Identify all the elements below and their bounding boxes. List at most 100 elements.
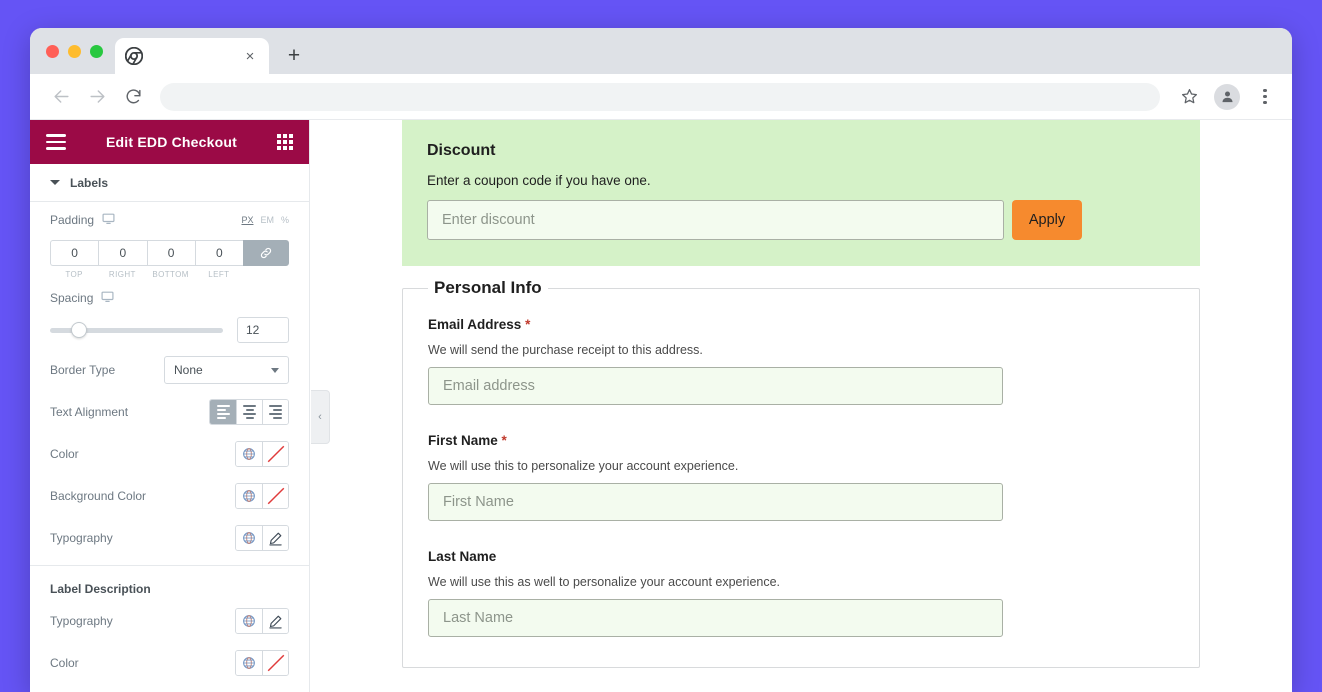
first-name-label-text: First Name — [428, 433, 498, 448]
typography-control-row: Typography — [50, 517, 289, 559]
spacing-value-input[interactable]: 12 — [237, 317, 289, 343]
border-type-label: Border Type — [50, 363, 116, 377]
chevron-down-icon — [50, 180, 60, 185]
checkout-form: Discount Enter a coupon code if you have… — [310, 120, 1292, 668]
discount-section: Discount Enter a coupon code if you have… — [402, 120, 1200, 266]
color-label: Color — [50, 447, 79, 461]
checkout-preview: Discount Enter a coupon code if you have… — [310, 120, 1292, 692]
reload-button[interactable] — [118, 82, 148, 112]
close-tab-button[interactable]: × — [241, 47, 259, 65]
required-marker: * — [525, 317, 531, 332]
bookmark-star-icon[interactable] — [1174, 82, 1204, 112]
email-address-description: We will send the purchase receipt to thi… — [428, 343, 703, 357]
maximize-window-button[interactable] — [90, 44, 103, 58]
pencil-icon[interactable] — [262, 609, 288, 633]
unit-px[interactable]: PX — [241, 215, 253, 225]
align-center-icon[interactable] — [236, 400, 262, 424]
padding-bottom-input[interactable]: 0 — [146, 240, 195, 266]
globe-icon[interactable] — [236, 442, 262, 466]
padding-left-sublabel: LEFT — [208, 270, 230, 279]
forward-button[interactable] — [82, 82, 112, 112]
browser-tab[interactable]: × — [115, 38, 269, 74]
padding-left-input[interactable]: 0 — [194, 240, 243, 266]
discount-input[interactable]: Enter discount — [427, 200, 1004, 240]
padding-units: PX EM % — [241, 215, 289, 225]
label-description-typography-buttons — [235, 608, 289, 634]
unit-em[interactable]: EM — [260, 215, 274, 225]
globe-icon[interactable] — [236, 484, 262, 508]
last-name-input[interactable]: Last Name — [428, 599, 1003, 637]
label-description-color-label: Color — [50, 656, 79, 670]
section-header-label: Labels — [70, 175, 109, 190]
label-description-controls: Typography Color — [30, 600, 309, 684]
hamburger-icon[interactable] — [46, 134, 66, 150]
discount-description: Enter a coupon code if you have one. — [427, 173, 651, 188]
elementor-panel: Edit EDD Checkout Labels Padding PX EM %… — [30, 120, 310, 692]
desktop-icon[interactable] — [101, 290, 114, 306]
padding-top-sublabel: TOP — [65, 270, 83, 279]
unit-percent[interactable]: % — [281, 215, 289, 225]
color-control-row: Color — [50, 433, 289, 475]
new-tab-button[interactable]: + — [279, 40, 309, 70]
no-color-icon[interactable] — [262, 484, 288, 508]
personal-info-legend: Personal Info — [428, 278, 548, 298]
spacing-control-row: Spacing — [50, 279, 289, 317]
padding-right-input[interactable]: 0 — [98, 240, 147, 266]
border-type-control-row: Border Type None — [50, 349, 289, 391]
back-button[interactable] — [46, 82, 76, 112]
border-type-select[interactable]: None — [164, 356, 289, 384]
browser-tab-strip: × + — [30, 28, 1292, 74]
spacing-slider-thumb[interactable] — [71, 322, 88, 338]
no-color-icon[interactable] — [262, 442, 288, 466]
align-left-icon[interactable] — [210, 400, 236, 424]
page-viewport: Edit EDD Checkout Labels Padding PX EM %… — [30, 120, 1292, 692]
label-description-typography-label: Typography — [50, 614, 113, 628]
globe-icon[interactable] — [236, 651, 262, 675]
close-window-button[interactable] — [46, 44, 59, 58]
discount-input-placeholder: Enter discount — [442, 212, 535, 228]
padding-top-input[interactable]: 0 — [50, 240, 99, 266]
globe-icon[interactable] — [236, 609, 262, 633]
text-alignment-control-row: Text Alignment — [50, 391, 289, 433]
chrome-logo-icon — [124, 46, 144, 66]
panel-body: Labels Padding PX EM % 0 TOP 0 RIGHT 0 B… — [30, 164, 309, 692]
typography-label: Typography — [50, 531, 113, 545]
globe-icon[interactable] — [236, 526, 262, 550]
panel-title: Edit EDD Checkout — [106, 134, 237, 150]
panel-collapse-handle[interactable]: ‹ — [311, 390, 330, 444]
browser-menu-icon[interactable] — [1250, 82, 1280, 112]
pencil-icon[interactable] — [262, 526, 288, 550]
section-header-labels[interactable]: Labels — [30, 164, 309, 202]
chevron-down-icon — [271, 367, 279, 373]
controls-group: Padding PX EM % 0 TOP 0 RIGHT 0 BOTTOM 0… — [30, 202, 309, 559]
no-color-icon[interactable] — [262, 651, 288, 675]
minimize-window-button[interactable] — [68, 44, 81, 58]
label-description-heading: Label Description — [50, 582, 151, 596]
address-bar[interactable] — [160, 82, 1160, 111]
padding-right-sublabel: RIGHT — [108, 270, 136, 279]
spacing-label: Spacing — [50, 290, 114, 306]
border-type-value: None — [174, 363, 203, 377]
personal-info-section: Personal Info Email Address * We will se… — [402, 278, 1200, 668]
email-address-label: Email Address * — [428, 317, 1174, 332]
link-chain-icon[interactable] — [243, 240, 289, 266]
spacing-slider[interactable] — [50, 322, 223, 338]
padding-dimensions: 0 TOP 0 RIGHT 0 BOTTOM 0 LEFT — [50, 240, 289, 279]
last-name-placeholder: Last Name — [443, 610, 514, 626]
required-marker: * — [501, 433, 507, 448]
padding-bottom-cell: 0 BOTTOM — [146, 240, 195, 279]
padding-label-text: Padding — [50, 213, 95, 227]
align-right-icon[interactable] — [262, 400, 288, 424]
desktop-icon[interactable] — [102, 212, 115, 228]
padding-control-row: Padding PX EM % — [50, 202, 289, 238]
profile-avatar[interactable] — [1214, 83, 1240, 110]
first-name-input[interactable]: First Name — [428, 483, 1003, 521]
label-description-color-buttons — [235, 650, 289, 676]
widgets-grid-icon[interactable] — [277, 134, 293, 150]
browser-window: × + Edit EDD Checkout Labels Padding PX … — [30, 28, 1292, 692]
apply-discount-button[interactable]: Apply — [1012, 200, 1082, 240]
spacing-label-text: Spacing — [50, 291, 94, 305]
email-address-input[interactable]: Email address — [428, 367, 1003, 405]
last-name-label: Last Name — [428, 549, 1174, 564]
padding-label: Padding — [50, 212, 115, 228]
